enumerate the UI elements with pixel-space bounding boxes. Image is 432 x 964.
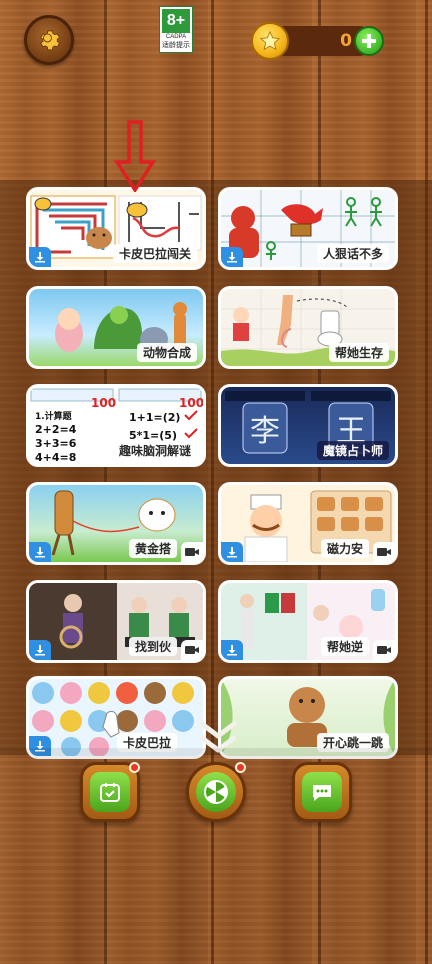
gear-icon [40,30,61,51]
game-title: 趣味脑洞解谜 [112,441,197,460]
download-icon [35,547,45,558]
download-icon [35,645,45,656]
video-badge [373,542,395,562]
game-card-magnet-chef[interactable]: 磁力安 [218,482,398,565]
red-arrow-indicator [113,120,157,192]
download-icon [227,645,237,656]
game-card-help-her-comeback[interactable]: 帮她逆 [218,580,398,663]
download-badge [29,542,51,562]
video-badge [373,640,395,660]
video-camera-icon [185,646,199,654]
game-title: 帮她逆 [320,637,369,656]
video-camera-icon [377,548,391,556]
svg-text:3+3=6: 3+3=6 [35,437,77,450]
game-card-animal-merge[interactable]: 动物合成 [26,286,206,369]
game-title: 找到伙 [128,637,177,656]
game-title: 卡皮巴拉闯关 [112,244,197,263]
coin-count: 0 [340,31,352,51]
game-title: 黄金搭 [128,539,177,558]
settings-button[interactable] [24,15,74,65]
age-rating-org: CADPA [165,34,187,40]
age-rating-number: 8+ [162,9,190,33]
messages-button[interactable] [292,762,352,822]
game-card-tough-guy[interactable]: 人狠话不多 [218,187,398,270]
game-title: 魔镜占卜师 [316,441,389,460]
download-icon [227,547,237,558]
svg-text:4+4=8: 4+4=8 [35,451,76,464]
game-card-help-her-survive[interactable]: 帮她生存 [218,286,398,369]
game-card-capybara-bears[interactable]: 卡皮巴拉 [26,676,206,759]
game-title: 磁力安 [320,539,369,558]
video-badge [181,640,203,660]
game-card-happy-jump[interactable]: 开心跳一跳 [218,676,398,759]
svg-text:100: 100 [179,396,203,410]
game-card-capybara-maze[interactable]: 卡皮巴拉闯关 [26,187,206,270]
notification-dot [129,762,140,773]
game-card-golden-pair[interactable]: 黄金搭 [26,482,206,565]
video-camera-icon [185,548,199,556]
video-camera-icon [377,646,391,654]
game-title: 帮她生存 [328,343,389,362]
download-badge [29,640,51,660]
download-badge [221,640,243,660]
game-card-find-partner[interactable]: 找到伙 [26,580,206,663]
game-title: 动物合成 [136,343,197,362]
svg-text:2+2=4: 2+2=4 [35,423,77,436]
download-icon [227,252,237,263]
age-rating-caption: 适龄提示 [162,41,190,49]
game-card-brain-puzzle[interactable]: 1.计算题 2+2=4 3+3=6 4+4=8 1+1=(2) 5*1=(5) … [26,384,206,467]
game-card-magic-mirror[interactable]: 李 王 魔镜占卜师 [218,384,398,467]
svg-text:1+1=(2): 1+1=(2) [129,411,180,424]
download-icon [35,252,45,263]
download-badge [221,542,243,562]
notification-dot [235,762,246,773]
wheel-icon [204,780,228,804]
svg-text:李: 李 [250,414,280,449]
age-rating-badge[interactable]: 8+ CADPA 适龄提示 [159,6,193,53]
star-coin-icon [251,22,289,60]
plus-icon [362,34,376,48]
svg-text:100: 100 [91,396,116,410]
add-coins-button[interactable] [354,26,384,56]
svg-text:1.计算题: 1.计算题 [35,410,73,422]
download-badge [221,247,243,267]
download-badge [29,247,51,267]
game-title: 人狠话不多 [316,244,389,263]
video-badge [181,542,203,562]
calendar-check-icon [100,783,120,802]
chat-icon [313,785,331,801]
